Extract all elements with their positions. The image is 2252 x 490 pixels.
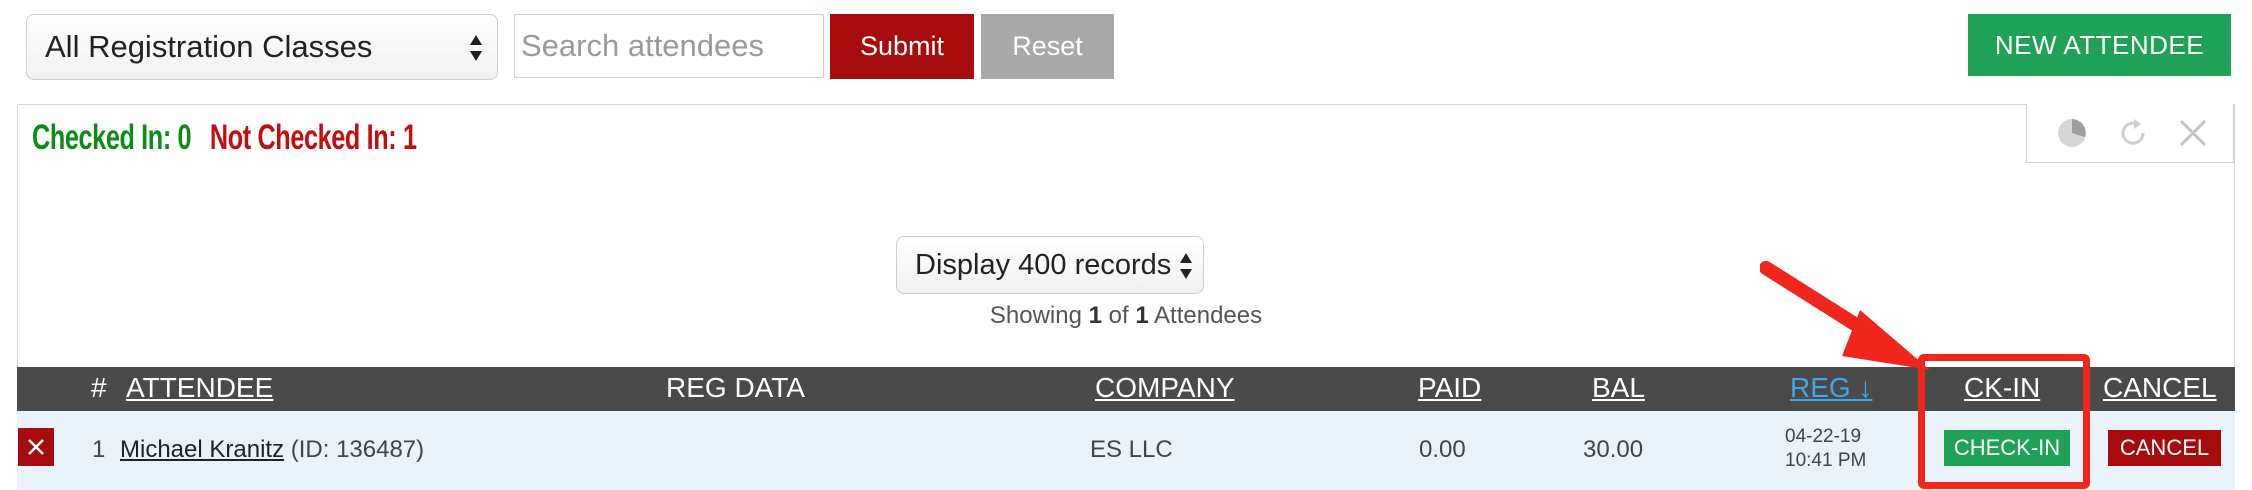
col-num: # xyxy=(91,372,107,403)
submit-button[interactable]: Submit xyxy=(830,14,974,79)
attendee-id: (ID: 136487) xyxy=(290,436,425,463)
attendee-cell: Michael Kranitz (ID: 136487) xyxy=(120,436,424,464)
display-records-select[interactable]: Display 400 records xyxy=(896,236,1204,294)
refresh-icon[interactable] xyxy=(2112,112,2154,154)
col-reg-data: REG DATA xyxy=(666,372,805,403)
reg-datetime-cell: 04-22-19 10:41 PM xyxy=(1785,425,1866,473)
registration-class-select-value: All Registration Classes xyxy=(45,29,373,64)
paid-cell: 0.00 xyxy=(1419,436,1466,463)
annotation-arrow-icon xyxy=(1760,261,1930,370)
display-records-value: Display 400 records xyxy=(915,248,1172,281)
col-attendee[interactable]: ATTENDEE xyxy=(126,372,273,404)
col-company[interactable]: COMPANY xyxy=(1095,372,1235,404)
new-attendee-button[interactable]: NEW ATTENDEE xyxy=(1968,14,2231,76)
bal-cell: 30.00 xyxy=(1583,436,1644,463)
checked-in-count: Checked In: 0 xyxy=(32,118,192,157)
row-number: 1 xyxy=(92,436,106,463)
attendee-name-link[interactable]: Michael Kranitz xyxy=(120,436,284,463)
x-icon xyxy=(28,439,44,455)
col-bal[interactable]: BAL xyxy=(1592,372,1645,404)
reg-date: 04-22-19 xyxy=(1785,426,1862,447)
close-icon[interactable] xyxy=(2172,112,2214,154)
registration-class-select[interactable]: All Registration Classes xyxy=(26,14,498,80)
col-cancel[interactable]: CANCEL xyxy=(2103,372,2217,404)
panel-toolbox xyxy=(2026,104,2234,163)
select-arrows-icon xyxy=(1180,253,1192,279)
company-cell: ES LLC xyxy=(1090,436,1173,463)
reset-button[interactable]: Reset xyxy=(981,14,1114,79)
search-attendees-input[interactable] xyxy=(514,14,824,78)
reg-time: 10:41 PM xyxy=(1785,450,1867,471)
delete-row-button[interactable] xyxy=(18,428,54,466)
checkin-summary: Checked In: 0 Not Checked In: 1 xyxy=(32,118,417,158)
pie-chart-icon[interactable] xyxy=(2051,112,2093,154)
select-arrows-icon xyxy=(470,35,482,61)
not-checked-in-count: Not Checked In: 1 xyxy=(209,118,417,157)
cancel-registration-button[interactable]: CANCEL xyxy=(2108,430,2221,466)
col-paid[interactable]: PAID xyxy=(1418,372,1481,404)
